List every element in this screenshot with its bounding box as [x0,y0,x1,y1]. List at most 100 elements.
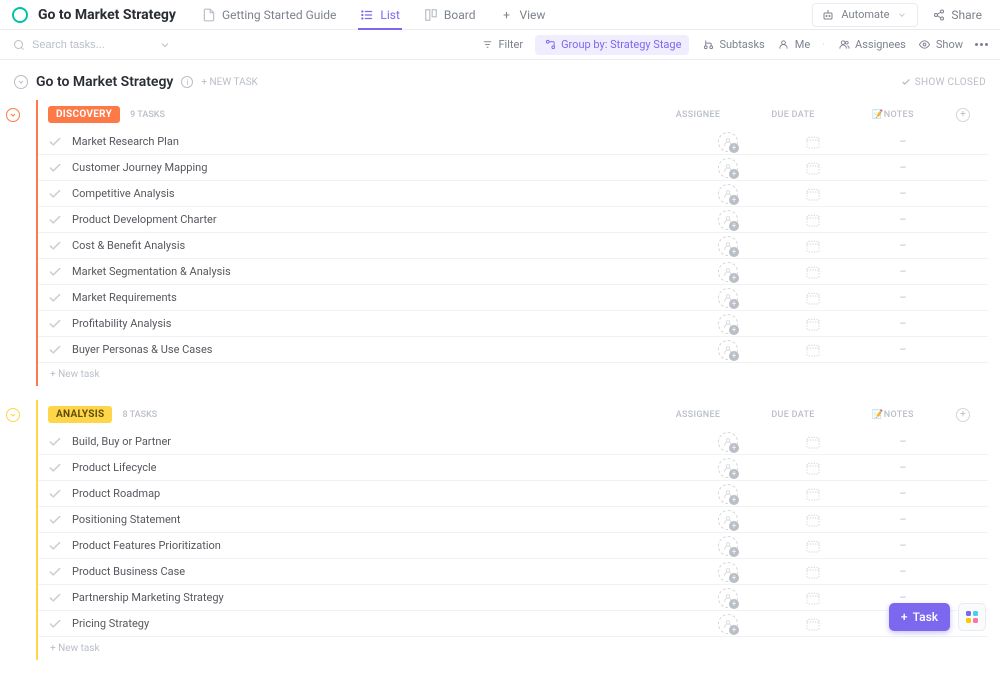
share-button[interactable]: Share [926,4,988,26]
task-row[interactable]: Customer Journey Mapping– [38,155,988,181]
new-task-button[interactable]: + NEW TASK [201,77,257,88]
col-duedate-header[interactable]: DUE DATE [748,110,838,120]
assignee-placeholder[interactable] [718,614,738,634]
group-label[interactable]: ANALYSIS [48,406,112,423]
notes-cell[interactable]: – [858,461,948,474]
filter-button[interactable]: Filter [480,38,523,52]
group-by-button[interactable]: Group by: Strategy Stage [535,35,689,55]
assignee-placeholder[interactable] [718,340,738,360]
calendar-placeholder-icon[interactable] [805,460,821,476]
assignee-placeholder[interactable] [718,210,738,230]
check-icon[interactable] [48,187,62,201]
check-icon[interactable] [48,291,62,305]
calendar-placeholder-icon[interactable] [805,342,821,358]
calendar-placeholder-icon[interactable] [805,434,821,450]
task-row[interactable]: Cost & Benefit Analysis– [38,233,988,259]
task-row[interactable]: Profitability Analysis– [38,311,988,337]
assignee-placeholder[interactable] [718,484,738,504]
task-row[interactable]: Market Research Plan– [38,129,988,155]
assignee-placeholder[interactable] [718,236,738,256]
calendar-placeholder-icon[interactable] [805,486,821,502]
check-icon[interactable] [48,239,62,253]
calendar-placeholder-icon[interactable] [805,264,821,280]
group-label[interactable]: DISCOVERY [48,106,120,123]
view-board[interactable]: Board [414,0,486,30]
check-icon[interactable] [48,591,62,605]
notes-cell[interactable]: – [858,513,948,526]
col-notes-header[interactable]: 📝NOTES [848,110,938,120]
assignees-button[interactable]: Assignees [837,38,906,52]
new-task-in-group[interactable]: + New task [38,637,988,660]
view-add[interactable]: + View [490,0,556,30]
notes-cell[interactable]: – [858,343,948,356]
task-row[interactable]: Buyer Personas & Use Cases– [38,337,988,363]
notes-cell[interactable]: – [858,291,948,304]
col-assignee-header[interactable]: ASSIGNEE [658,410,738,420]
show-closed-button[interactable]: SHOW CLOSED [901,77,986,88]
view-getting-started[interactable]: Getting Started Guide [192,0,346,30]
calendar-placeholder-icon[interactable] [805,290,821,306]
task-row[interactable]: Partnership Marketing Strategy– [38,585,988,611]
assignee-placeholder[interactable] [718,184,738,204]
new-task-in-group[interactable]: + New task [38,363,988,386]
check-icon[interactable] [48,617,62,631]
info-icon[interactable]: i [181,76,193,88]
task-row[interactable]: Build, Buy or Partner– [38,429,988,455]
task-row[interactable]: Product Roadmap– [38,481,988,507]
col-notes-header[interactable]: 📝NOTES [848,410,938,420]
task-row[interactable]: Product Lifecycle– [38,455,988,481]
col-duedate-header[interactable]: DUE DATE [748,410,838,420]
check-icon[interactable] [48,161,62,175]
check-icon[interactable] [48,265,62,279]
task-row[interactable]: Pricing Strategy– [38,611,988,637]
assignee-placeholder[interactable] [718,510,738,530]
search-box[interactable] [12,38,172,52]
task-row[interactable]: Product Development Charter– [38,207,988,233]
assignee-placeholder[interactable] [718,432,738,452]
check-icon[interactable] [48,513,62,527]
search-input[interactable] [32,39,132,51]
automate-button[interactable]: Automate [812,3,918,27]
show-button[interactable]: Show [918,38,963,52]
task-row[interactable]: Product Business Case– [38,559,988,585]
assignee-placeholder[interactable] [718,458,738,478]
notes-cell[interactable]: – [858,487,948,500]
task-row[interactable]: Product Features Prioritization– [38,533,988,559]
new-task-fab[interactable]: + Task [889,603,950,631]
check-icon[interactable] [48,135,62,149]
more-button[interactable] [975,43,988,46]
check-icon[interactable] [48,213,62,227]
apps-menu-button[interactable] [958,603,986,631]
assignee-placeholder[interactable] [718,536,738,556]
calendar-placeholder-icon[interactable] [805,538,821,554]
notes-cell[interactable]: – [858,187,948,200]
notes-cell[interactable]: – [858,161,948,174]
chevron-down-icon[interactable] [158,38,172,52]
notes-cell[interactable]: – [858,213,948,226]
calendar-placeholder-icon[interactable] [805,316,821,332]
check-icon[interactable] [48,461,62,475]
calendar-placeholder-icon[interactable] [805,564,821,580]
col-assignee-header[interactable]: ASSIGNEE [658,110,738,120]
notes-cell[interactable]: – [858,239,948,252]
notes-cell[interactable]: – [858,317,948,330]
check-icon[interactable] [48,343,62,357]
notes-cell[interactable]: – [858,265,948,278]
calendar-placeholder-icon[interactable] [805,212,821,228]
check-icon[interactable] [48,565,62,579]
collapse-group-button[interactable] [6,408,20,422]
task-row[interactable]: Market Segmentation & Analysis– [38,259,988,285]
calendar-placeholder-icon[interactable] [805,160,821,176]
check-icon[interactable] [48,539,62,553]
notes-cell[interactable]: – [858,135,948,148]
app-logo-icon[interactable] [12,7,28,23]
notes-cell[interactable]: – [858,539,948,552]
assignee-placeholder[interactable] [718,588,738,608]
collapse-group-button[interactable] [6,108,20,122]
notes-cell[interactable]: – [858,565,948,578]
assignee-placeholder[interactable] [718,314,738,334]
me-button[interactable]: Me [777,38,810,52]
task-row[interactable]: Market Requirements– [38,285,988,311]
view-list[interactable]: List [350,0,410,30]
assignee-placeholder[interactable] [718,158,738,178]
